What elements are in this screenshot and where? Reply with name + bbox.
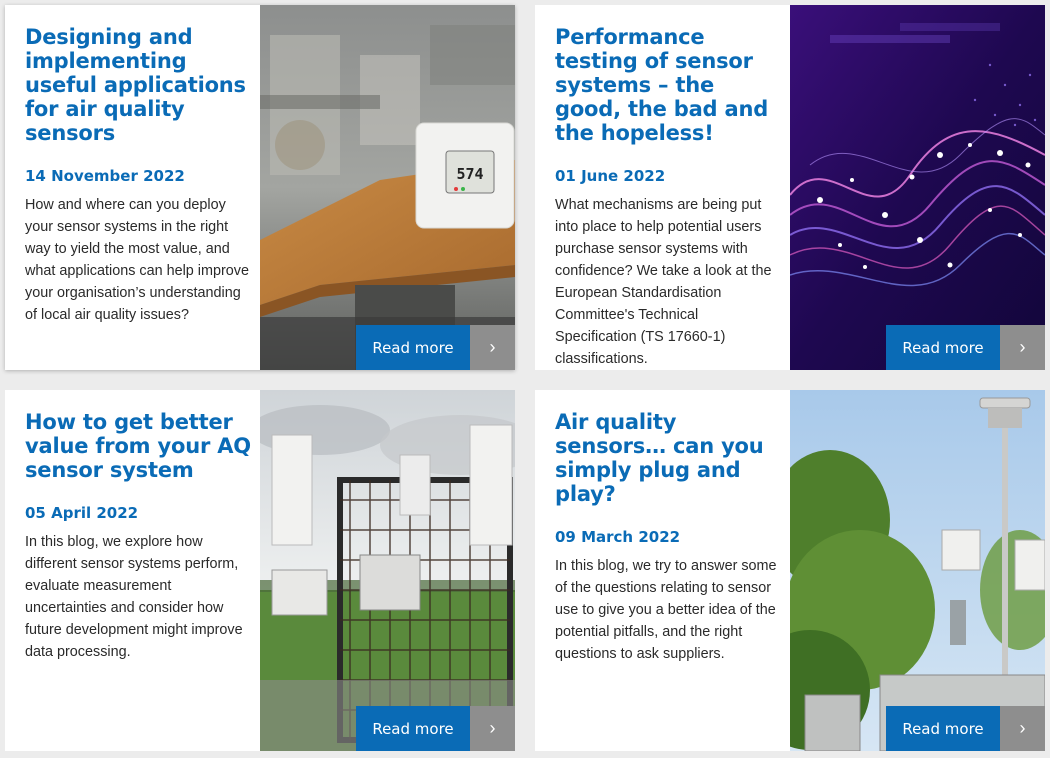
card-date: 14 November 2022 xyxy=(25,167,185,185)
blog-card[interactable]: How to get better value from your AQ sen… xyxy=(5,390,515,751)
read-more-button[interactable]: Read more › xyxy=(886,706,1045,751)
read-more-label[interactable]: Read more xyxy=(886,706,1000,751)
card-excerpt: In this blog, we explore how different s… xyxy=(25,534,243,660)
read-more-button[interactable]: Read more › xyxy=(356,325,515,370)
card-date: 05 April 2022 xyxy=(25,504,139,522)
card-excerpt: In this blog, we try to answer some of t… xyxy=(555,558,777,662)
chevron-right-icon[interactable]: › xyxy=(470,706,515,751)
card-title[interactable]: Performance testing of sensor systems – … xyxy=(555,25,781,145)
card-image-sensor-enclosure[interactable] xyxy=(260,390,515,751)
chevron-right-icon[interactable]: › xyxy=(1000,706,1045,751)
read-more-button[interactable]: Read more › xyxy=(886,325,1045,370)
card-text: Performance testing of sensor systems – … xyxy=(555,25,781,370)
read-more-label[interactable]: Read more xyxy=(356,706,470,751)
card-text: Designing and implementing useful applic… xyxy=(25,25,251,326)
card-title[interactable]: How to get better value from your AQ sen… xyxy=(25,410,251,482)
chevron-right-icon[interactable]: › xyxy=(1000,325,1045,370)
card-date: 09 March 2022 xyxy=(555,528,681,546)
blog-card[interactable]: Performance testing of sensor systems – … xyxy=(535,5,1045,370)
card-excerpt: What mechanisms are being put into place… xyxy=(555,197,772,367)
card-image-sensor-device[interactable]: 574 xyxy=(260,5,515,370)
card-image-data-waves[interactable] xyxy=(790,5,1045,370)
card-image-monitoring-station[interactable] xyxy=(790,390,1045,751)
device-reading: 574 xyxy=(456,165,483,183)
blog-card[interactable]: Designing and implementing useful applic… xyxy=(5,5,515,370)
card-title[interactable]: Air quality sensors… can you simply plug… xyxy=(555,410,781,506)
card-text: Air quality sensors… can you simply plug… xyxy=(555,410,781,665)
blog-card-grid: Designing and implementing useful applic… xyxy=(0,0,1050,758)
blog-card[interactable]: Air quality sensors… can you simply plug… xyxy=(535,390,1045,751)
card-title[interactable]: Designing and implementing useful applic… xyxy=(25,25,251,145)
chevron-right-icon[interactable]: › xyxy=(470,325,515,370)
card-text: How to get better value from your AQ sen… xyxy=(25,410,251,663)
card-excerpt: How and where can you deploy your sensor… xyxy=(25,197,249,323)
read-more-label[interactable]: Read more xyxy=(886,325,1000,370)
card-date: 01 June 2022 xyxy=(555,167,666,185)
read-more-label[interactable]: Read more xyxy=(356,325,470,370)
read-more-button[interactable]: Read more › xyxy=(356,706,515,751)
